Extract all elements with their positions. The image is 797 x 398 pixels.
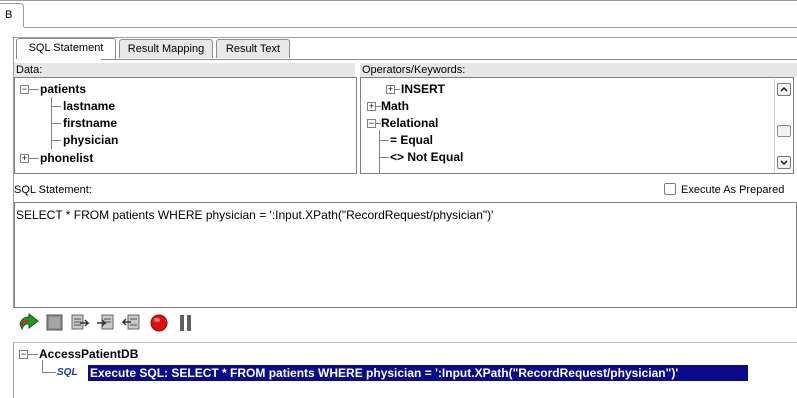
sql-statement-label: SQL Statement:	[14, 184, 92, 196]
expand-icon[interactable]: +	[20, 154, 29, 163]
pause-icon[interactable]	[178, 313, 198, 333]
window-tab[interactable]: B	[0, 3, 24, 27]
collapse-icon[interactable]: −	[19, 350, 28, 359]
chevron-up-icon	[780, 87, 788, 92]
chevron-down-icon	[780, 160, 788, 165]
tree-node-physician[interactable]: physician	[63, 133, 118, 147]
tab-result-text[interactable]: Result Text	[216, 39, 290, 58]
stop-icon[interactable]	[46, 313, 66, 333]
tree-node-math[interactable]: Math	[381, 99, 409, 113]
expand-icon[interactable]: +	[367, 102, 376, 111]
tree-node-not-equal[interactable]: <> Not Equal	[390, 150, 463, 164]
execute-as-prepared-checkbox[interactable]	[664, 183, 676, 195]
tab-sql-statement[interactable]: SQL Statement	[16, 38, 116, 59]
window-tab-underline	[24, 27, 797, 28]
tree-node-equal[interactable]: = Equal	[390, 133, 433, 147]
step-out-icon[interactable]	[121, 313, 142, 333]
tab-label: SQL Statement	[28, 42, 104, 54]
stream-node-execute-sql[interactable]: Execute SQL: SELECT * FROM patients WHER…	[88, 365, 748, 381]
sql-text: SELECT * FROM patients WHERE physician =…	[16, 208, 494, 222]
scroll-down-button[interactable]	[777, 156, 791, 169]
step-icon[interactable]	[70, 313, 90, 333]
data-panel-title: Data:	[16, 64, 43, 76]
tree-node-relational[interactable]: Relational	[381, 116, 438, 130]
operators-panel-header: Operators/Keywords:	[360, 63, 797, 77]
tab-label: Result Mapping	[127, 43, 205, 55]
tree-node-phonelist[interactable]: phonelist	[40, 151, 93, 165]
expand-icon[interactable]: +	[386, 85, 395, 94]
scroll-up-button[interactable]	[777, 83, 791, 96]
tree-node-firstname[interactable]: firstname	[63, 116, 117, 130]
collapse-icon[interactable]: −	[20, 85, 29, 94]
tab-result-mapping[interactable]: Result Mapping	[119, 39, 213, 58]
scroll-thumb[interactable]	[777, 125, 791, 137]
window-tab-label: B	[5, 9, 13, 21]
stream-node-label: Execute SQL: SELECT * FROM patients WHER…	[90, 366, 679, 380]
data-panel-header: Data:	[14, 63, 355, 77]
record-icon[interactable]	[150, 313, 170, 333]
sql-icon: SQL	[57, 367, 78, 378]
stream-root-node[interactable]: AccessPatientDB	[39, 347, 138, 361]
operators-scrollbar[interactable]	[774, 79, 793, 173]
tab-underline	[101, 59, 797, 60]
operators-panel-title: Operators/Keywords:	[362, 64, 466, 76]
tree-node-patients[interactable]: patients	[40, 82, 86, 96]
tab-label: Result Text	[225, 43, 281, 55]
step-into-icon[interactable]	[96, 313, 116, 333]
top-border	[0, 0, 797, 1]
sql-editor[interactable]: SELECT * FROM patients WHERE physician =…	[14, 202, 797, 308]
data-tree[interactable]: − patients lastname firstname physician …	[14, 77, 357, 174]
tree-node-lastname[interactable]: lastname	[63, 99, 115, 113]
execute-as-prepared-label: Execute As Prepared	[681, 184, 785, 196]
tree-node-insert[interactable]: INSERT	[401, 82, 445, 96]
collapse-icon[interactable]: −	[367, 119, 376, 128]
operators-tree[interactable]: + INSERT + Math − Relational = Equal <> …	[360, 77, 794, 174]
run-icon[interactable]	[18, 312, 39, 333]
